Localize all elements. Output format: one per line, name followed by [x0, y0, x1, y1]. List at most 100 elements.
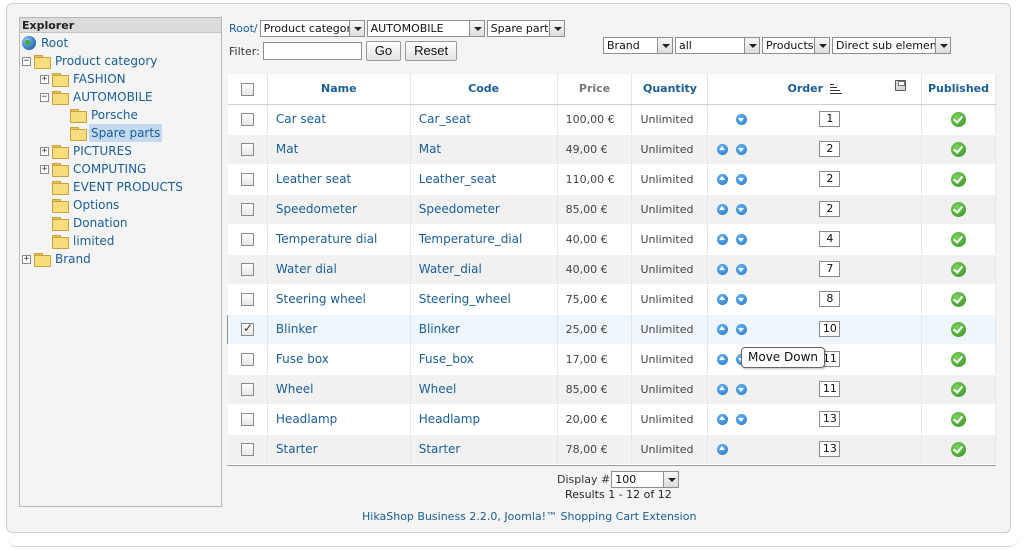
row-checkbox[interactable] — [240, 233, 254, 246]
product-name[interactable]: Leather seat — [267, 164, 411, 195]
published-check-icon[interactable] — [951, 261, 966, 277]
table-row[interactable]: Fuse box Fuse_box 17,00 € Unlimited 11 — [227, 344, 996, 375]
order-input[interactable]: 2 — [819, 141, 841, 157]
tree-node-label[interactable]: Product category — [53, 52, 159, 70]
brand-value-select[interactable]: all — [675, 37, 760, 54]
table-row[interactable]: BlinkerBlinker25,00 €Unlimited10 — [227, 314, 996, 345]
move-up-icon[interactable] — [717, 414, 729, 425]
tree-node[interactable]: Donation — [40, 214, 130, 232]
row-checkbox[interactable] — [240, 263, 254, 276]
tree-node[interactable]: Options — [40, 196, 121, 214]
tree-node-label[interactable]: Brand — [53, 250, 93, 268]
move-down-icon[interactable] — [736, 204, 748, 215]
product-code[interactable]: Car_seat — [410, 104, 558, 135]
save-order-icon[interactable] — [895, 80, 907, 91]
price-header[interactable]: Price — [557, 74, 633, 105]
tree-node[interactable]: Spare parts — [58, 124, 163, 142]
product-name[interactable]: Fuse box — [267, 344, 411, 375]
move-down-icon[interactable] — [736, 323, 748, 335]
order-input[interactable]: 4 — [819, 231, 841, 247]
tree-node[interactable]: limited — [40, 232, 116, 250]
product-name[interactable]: Headlamp — [267, 404, 411, 435]
move-down-icon[interactable] — [736, 294, 748, 305]
order-input[interactable]: 7 — [819, 261, 841, 277]
table-row[interactable]: Temperature dial Temperature_dial 40,00 € U… — [227, 224, 996, 255]
row-checkbox[interactable] — [240, 383, 254, 396]
move-down-icon[interactable] — [736, 264, 748, 275]
published-check-icon[interactable] — [951, 291, 966, 307]
published-check-icon[interactable] — [951, 381, 966, 397]
name-header[interactable]: Name — [267, 74, 411, 105]
published-check-icon[interactable] — [951, 201, 966, 217]
product-code[interactable]: Blinker — [410, 314, 558, 345]
product-name[interactable]: Starter — [267, 434, 411, 465]
code-header[interactable]: Code — [410, 74, 558, 105]
row-checkbox[interactable] — [240, 293, 254, 306]
move-down-icon[interactable] — [736, 144, 748, 155]
table-row[interactable]: Water dial Water_dial 40,00 € Unlimited 7 — [227, 254, 996, 285]
breadcrumb-root-link[interactable]: Root/ — [229, 22, 258, 35]
order-input[interactable]: 11 — [819, 381, 841, 397]
order-input[interactable]: 10 — [819, 321, 841, 337]
tree-node[interactable]: + FASHION — [40, 70, 128, 88]
product-code[interactable]: Leather_seat — [410, 164, 558, 195]
move-down-icon[interactable] — [736, 414, 748, 425]
collapse-icon[interactable]: − — [22, 56, 31, 66]
display-limit-select[interactable]: 100 — [611, 471, 680, 488]
tree-node[interactable]: EVENT PRODUCTS — [40, 178, 185, 196]
move-down-icon[interactable] — [736, 384, 748, 395]
row-checkbox[interactable] — [240, 203, 254, 216]
expand-icon[interactable]: + — [40, 146, 49, 156]
expand-icon[interactable]: + — [40, 74, 49, 84]
tree-node-label[interactable]: Root — [39, 34, 70, 52]
product-code[interactable]: Starter — [410, 434, 558, 465]
tree-node-label[interactable]: EVENT PRODUCTS — [71, 178, 185, 196]
move-up-icon[interactable] — [717, 264, 729, 275]
quantity-header[interactable]: Quantity — [631, 74, 709, 105]
order-header[interactable]: Order — [707, 74, 922, 105]
tree-node[interactable]: + Brand — [22, 250, 93, 268]
published-check-icon[interactable] — [951, 171, 966, 187]
table-row[interactable]: Car seat Car_seat 100,00 € Unlimited 1 — [227, 104, 996, 135]
select-all-checkbox[interactable] — [240, 82, 254, 96]
published-check-icon[interactable] — [951, 141, 966, 157]
reset-button[interactable]: Reset — [405, 41, 458, 61]
tree-node[interactable]: − AUTOMOBILE — [40, 88, 155, 106]
published-check-icon[interactable] — [951, 111, 966, 127]
move-up-icon[interactable] — [717, 354, 729, 365]
product-code[interactable]: Mat — [410, 134, 558, 165]
product-code[interactable]: Water_dial — [410, 254, 558, 285]
move-up-icon[interactable] — [717, 204, 729, 215]
product-code[interactable]: Steering_wheel — [410, 284, 558, 315]
filter-input[interactable] — [262, 42, 362, 60]
product-name[interactable]: Car seat — [267, 104, 411, 135]
published-check-icon[interactable] — [951, 441, 966, 457]
tree-node-label[interactable]: Donation — [71, 214, 130, 232]
product-code[interactable]: Temperature_dial — [410, 224, 558, 255]
expand-icon[interactable]: + — [22, 254, 31, 264]
order-input[interactable]: 2 — [819, 201, 841, 217]
published-check-icon[interactable] — [951, 321, 966, 337]
tree-node[interactable]: + PICTURES — [40, 142, 134, 160]
row-checkbox[interactable] — [240, 443, 254, 456]
product-name[interactable]: Steering wheel — [267, 284, 411, 315]
row-checkbox[interactable] — [240, 353, 254, 366]
product-code[interactable]: Wheel — [410, 374, 558, 405]
tree-node[interactable]: Root — [22, 34, 70, 52]
tree-node[interactable]: + COMPUTING — [40, 160, 148, 178]
order-input[interactable]: 2 — [819, 171, 841, 187]
type-filter-select[interactable]: Products — [762, 37, 830, 54]
product-name[interactable]: Blinker — [267, 314, 411, 345]
move-up-icon[interactable] — [717, 444, 729, 455]
tree-node-label[interactable]: Options — [71, 196, 121, 214]
table-row[interactable]: Mat Mat 49,00 € Unlimited 2 — [227, 134, 996, 165]
row-checkbox[interactable] — [240, 143, 254, 156]
tree-node-label[interactable]: PICTURES — [71, 142, 134, 160]
table-row[interactable]: Steering wheel Steering_wheel 75,00 € Unlim… — [227, 284, 996, 315]
order-input[interactable]: 13 — [819, 411, 841, 427]
product-name[interactable]: Speedometer — [267, 194, 411, 225]
table-row[interactable]: Starter Starter 78,00 € Unlimited 13 — [227, 434, 996, 465]
tree-node-label[interactable]: COMPUTING — [71, 160, 148, 178]
tree-node-label[interactable]: Spare parts — [89, 124, 163, 142]
tree-node-label[interactable]: FASHION — [71, 70, 128, 88]
